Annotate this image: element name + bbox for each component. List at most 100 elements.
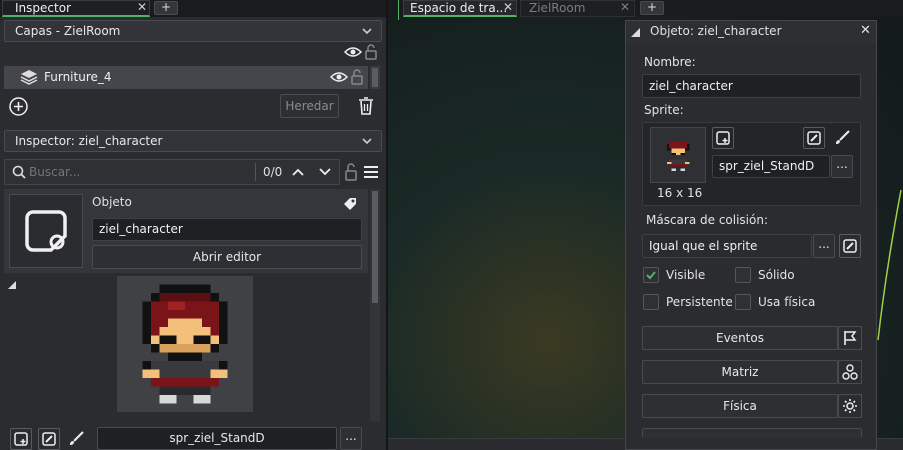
physics-label: Usa física [758,295,816,309]
collision-more-button[interactable]: ... [813,234,835,258]
more-button[interactable]: ... [340,427,362,450]
tab-inspector[interactable]: Inspector [2,0,150,17]
lock-icon[interactable] [345,163,357,181]
sprite-name-field[interactable]: spr_ziel_StandD [712,155,830,178]
lock-icon[interactable] [364,43,378,61]
collision-label: Máscara de colisión: [646,213,769,227]
inherit-button[interactable]: Heredar [280,94,339,118]
layers-scrollbar[interactable] [370,66,380,89]
sprite-preview [117,276,253,412]
gear-icon [843,399,857,413]
inspector-dropdown[interactable]: Inspector: ziel_character [4,130,382,152]
search-divider [255,163,256,181]
layers-dropdown-label: Capas - ZielRoom [15,24,121,38]
edit-sprite-button[interactable] [803,127,825,149]
character-sprite [142,284,228,404]
layer-row[interactable]: Furniture_4 [4,66,368,89]
tag-icon[interactable] [343,197,357,211]
physics-button[interactable]: Física [642,394,838,418]
edit-mask-icon [843,239,857,253]
tab-workspace[interactable]: Espacio de tra... [403,0,517,17]
chevron-up-icon[interactable] [292,167,304,177]
tab-inspector-label: Inspector [15,1,71,15]
sprite-box: 16 x 16 spr_ziel_StandD ... [642,122,861,206]
search-count: 0/0 [263,165,283,179]
search-icon [12,165,26,179]
plus-circle-icon [8,96,28,116]
collapse-triangle-icon[interactable] [631,28,640,37]
add-tab-button[interactable]: + [154,1,178,15]
add-tab-button[interactable]: + [640,1,664,15]
persistent-label: Persistente [666,295,733,309]
eye-icon[interactable] [330,71,348,83]
matrix-icon-button[interactable] [838,360,862,384]
solid-checkbox[interactable] [735,267,751,283]
object-card: Objeto ziel_character Abrir editor [4,189,368,273]
next-button-partial[interactable] [642,428,862,438]
new-sprite-button[interactable] [712,127,734,149]
bottom-sprite-field[interactable]: spr_ziel_StandD [97,427,337,450]
collapse-triangle-icon[interactable] [8,281,16,289]
solid-label: Sólido [758,268,795,282]
close-icon[interactable]: ✕ [620,0,630,14]
add-layer-button[interactable] [8,96,28,116]
events-button[interactable]: Eventos [642,326,838,350]
check-icon [646,271,656,280]
close-icon[interactable]: ✕ [503,0,513,14]
object-section-label: Objeto [92,195,132,209]
search-bar: 0/0 [4,159,340,185]
flag-icon [844,331,857,345]
inspector-scrollbar[interactable] [370,189,380,421]
events-icon-button[interactable] [838,326,862,350]
layer-stack-icon [20,70,38,85]
tab-workspace-label: Espacio de tra... [410,1,508,15]
new-sprite-button[interactable] [10,428,32,450]
workspace: Espacio de tra... ✕ ZielRoom ✕ + Objeto:… [388,0,903,450]
persistent-checkbox[interactable] [643,294,659,310]
open-editor-button[interactable]: Abrir editor [92,245,362,269]
edit-sprite-icon [807,131,821,145]
lock-icon[interactable] [351,69,363,85]
character-sprite-small [666,141,690,171]
new-sprite-icon [716,131,730,145]
object-window-title: Objeto: ziel_character [650,24,782,38]
edit-sprite-button[interactable] [38,428,60,450]
sprite-thumbnail[interactable] [650,127,706,183]
object-thumbnail[interactable] [9,194,83,268]
trash-icon[interactable] [357,96,375,116]
visible-checkbox[interactable] [643,267,659,283]
layers-dropdown[interactable]: Capas - ZielRoom [4,20,382,42]
brush-icon[interactable] [834,130,850,146]
tab-zielroom[interactable]: ZielRoom [520,0,635,17]
sprite-more-button[interactable]: ... [831,155,853,178]
name-field[interactable]: ziel_character [642,74,861,98]
workspace-edge-line [398,0,399,20]
object-name-field[interactable]: ziel_character [92,218,362,241]
edit-mask-button[interactable] [839,234,861,258]
matrix-button[interactable]: Matriz [642,360,838,384]
object-window: Objeto: ziel_character ✕ Nombre: ziel_ch… [625,20,877,450]
brush-icon[interactable] [68,431,84,447]
sprite-size: 16 x 16 [657,186,703,200]
close-icon[interactable]: ✕ [860,23,871,38]
physics-checkbox[interactable] [735,294,751,310]
new-sprite-icon [14,432,28,446]
name-value: ziel_character [649,79,733,93]
object-icon [25,210,67,252]
eye-icon[interactable] [344,44,362,60]
chevron-down-icon [362,28,372,35]
layer-name: Furniture_4 [44,70,112,84]
search-input[interactable] [29,163,249,181]
visible-label: Visible [666,268,706,282]
menu-icon[interactable] [364,166,378,178]
object-name-value: ziel_character [99,222,183,236]
object-window-header[interactable]: Objeto: ziel_character ✕ [626,21,876,43]
hierarchy-icon [842,364,858,380]
physics-icon-button[interactable] [838,394,862,418]
name-label: Nombre: [644,55,696,69]
inspector-dropdown-label: Inspector: ziel_character [15,134,163,148]
collision-dropdown[interactable]: Igual que el sprite [642,234,812,258]
close-icon[interactable]: ✕ [137,0,147,14]
tab-zielroom-label: ZielRoom [529,1,586,15]
chevron-down-icon[interactable] [319,167,331,177]
